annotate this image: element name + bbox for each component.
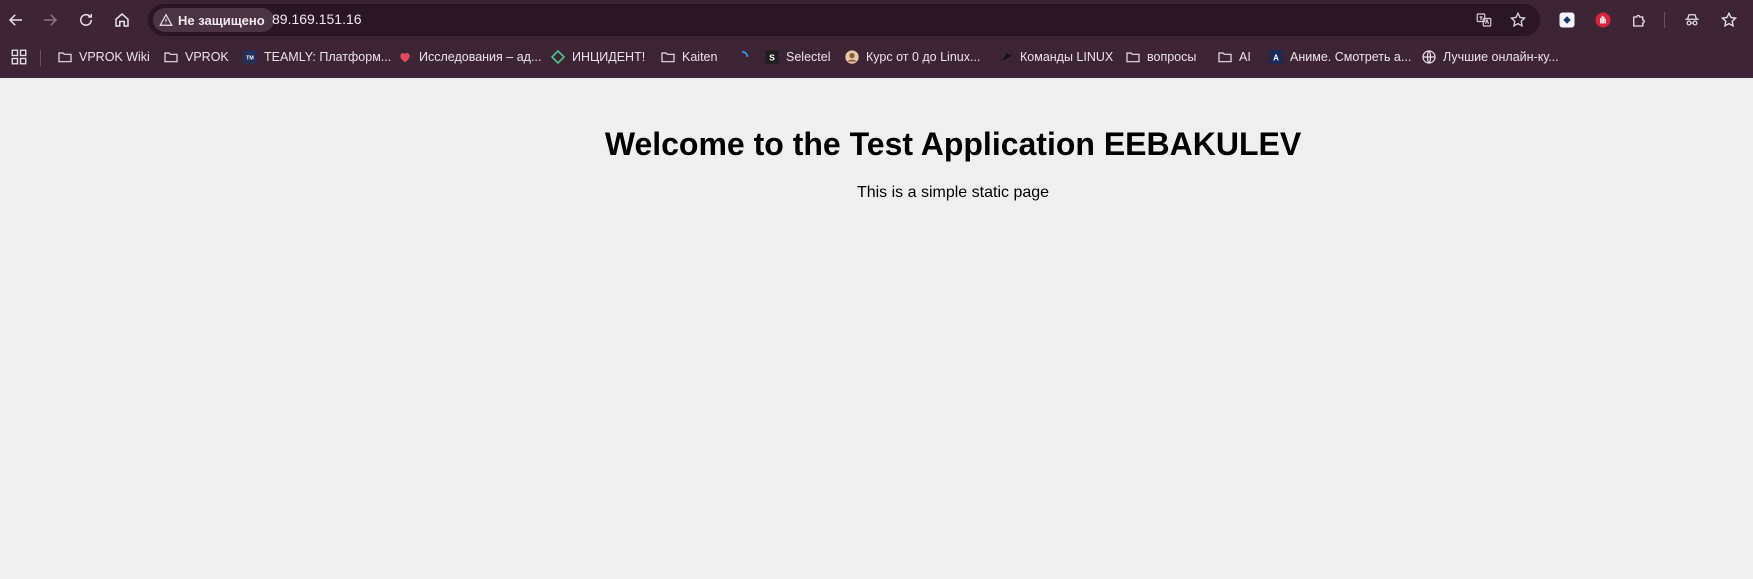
bookmark-item[interactable]: Лучшие онлайн-ку... xyxy=(1421,46,1559,68)
home-button[interactable] xyxy=(108,6,136,34)
back-button[interactable] xyxy=(2,6,30,34)
bookmarks-divider xyxy=(40,50,41,66)
toolbar-divider xyxy=(1664,12,1665,28)
bookmark-label: Курс от 0 до Linux... xyxy=(866,50,981,64)
bookmark-label: Selectel xyxy=(786,50,831,64)
translate-icon xyxy=(1476,13,1492,27)
bookmark-item[interactable]: Курс от 0 до Linux... xyxy=(844,46,980,68)
arrow-left-icon xyxy=(8,14,22,26)
extension-teamly-button[interactable] xyxy=(1556,9,1578,31)
extension-badge-icon xyxy=(1559,12,1575,28)
extensions-button[interactable] xyxy=(1628,9,1650,31)
home-icon xyxy=(115,13,129,27)
bookmark-label: Аниме. Смотреть а... xyxy=(1290,50,1412,64)
apps-button[interactable] xyxy=(10,48,28,66)
bookmark-label: Команды LINUX xyxy=(1020,50,1114,64)
bookmark-item[interactable]: ИНЦИДЕНТ! xyxy=(550,46,645,68)
extension-adblock-button[interactable] xyxy=(1592,9,1614,31)
anime-icon: A xyxy=(1268,49,1284,65)
spinner-icon xyxy=(734,49,750,65)
bookmark-item[interactable]: вопросы xyxy=(1125,46,1196,68)
globe-icon xyxy=(1421,49,1437,65)
browser-chrome: Не защищено 89.169.151.16 VPROK Wiki VPR… xyxy=(0,0,1753,78)
bookmark-label: Лучшие онлайн-ку... xyxy=(1443,50,1559,64)
bookmark-label: ИНЦИДЕНТ! xyxy=(572,50,646,64)
diamond-icon xyxy=(550,49,566,65)
svg-text:A: A xyxy=(1273,53,1279,62)
stop-hand-icon xyxy=(1595,12,1611,28)
star-icon xyxy=(1509,11,1527,28)
browser-toolbar: Не защищено 89.169.151.16 xyxy=(0,0,1753,40)
bookmark-item[interactable]: Kaiten xyxy=(660,46,717,68)
security-label: Не защищено xyxy=(178,12,265,28)
bookmark-item[interactable]: VPROK Wiki xyxy=(57,46,150,68)
page-subtext: This is a simple static page xyxy=(856,184,1050,201)
svg-text:S: S xyxy=(769,52,775,62)
reload-button[interactable] xyxy=(72,6,100,34)
forward-button[interactable] xyxy=(36,6,64,34)
url-text[interactable]: 89.169.151.16 xyxy=(272,11,362,27)
selectel-icon: S xyxy=(764,49,780,65)
bookmark-label: AI xyxy=(1239,50,1251,64)
warning-triangle-icon xyxy=(159,13,173,26)
page-content: Welcome to the Test Application EEBAKULE… xyxy=(0,78,1753,579)
avatar-icon xyxy=(844,49,860,65)
folder-icon xyxy=(660,49,676,65)
folder-icon xyxy=(1217,49,1233,65)
bookmark-label: вопросы xyxy=(1147,50,1197,64)
bookmark-item[interactable]: Исследования – ад... xyxy=(397,46,541,68)
address-bar[interactable]: Не защищено 89.169.151.16 xyxy=(148,4,1540,36)
folder-icon xyxy=(57,49,73,65)
translate-button[interactable] xyxy=(1474,10,1494,30)
bookmarks-bar: VPROK Wiki VPROK TM TEAMLY: Платформ... … xyxy=(0,42,1753,72)
bookmarks-menu-button[interactable] xyxy=(1718,9,1740,31)
bookmark-item[interactable]: AI xyxy=(1217,46,1251,68)
incognito-button[interactable] xyxy=(1681,9,1703,31)
bookmark-label: TEAMLY: Платформ... xyxy=(264,50,392,64)
star-icon xyxy=(1720,11,1738,28)
arrow-right-icon xyxy=(44,14,58,26)
puzzle-icon xyxy=(1633,14,1645,27)
bird-icon xyxy=(998,49,1014,65)
bookmark-label: VPROK Wiki xyxy=(79,50,150,64)
bookmark-item[interactable]: VPROK xyxy=(163,46,229,68)
security-chip[interactable]: Не защищено xyxy=(153,8,274,32)
bookmark-item[interactable]: A Аниме. Смотреть а... xyxy=(1268,46,1411,68)
reload-icon xyxy=(80,13,92,26)
svg-text:TM: TM xyxy=(246,56,254,62)
bookmark-label: Kaiten xyxy=(682,50,718,64)
incognito-icon xyxy=(1685,14,1699,26)
bookmark-star-button[interactable] xyxy=(1508,10,1528,30)
bookmark-item[interactable]: TM TEAMLY: Платформ... xyxy=(242,46,391,68)
folder-icon xyxy=(1125,49,1141,65)
heart-icon xyxy=(397,49,413,65)
teamly-icon: TM xyxy=(242,49,258,65)
bookmark-label: VPROK xyxy=(185,50,229,64)
page-title: Welcome to the Test Application EEBAKULE… xyxy=(604,126,1302,162)
grid-icon xyxy=(11,49,27,65)
bookmark-item[interactable]: S Selectel xyxy=(764,46,830,68)
folder-icon xyxy=(163,49,179,65)
bookmark-label: Исследования – ад... xyxy=(419,50,542,64)
bookmark-item[interactable] xyxy=(734,46,750,68)
bookmark-item[interactable]: Команды LINUX xyxy=(998,46,1113,68)
